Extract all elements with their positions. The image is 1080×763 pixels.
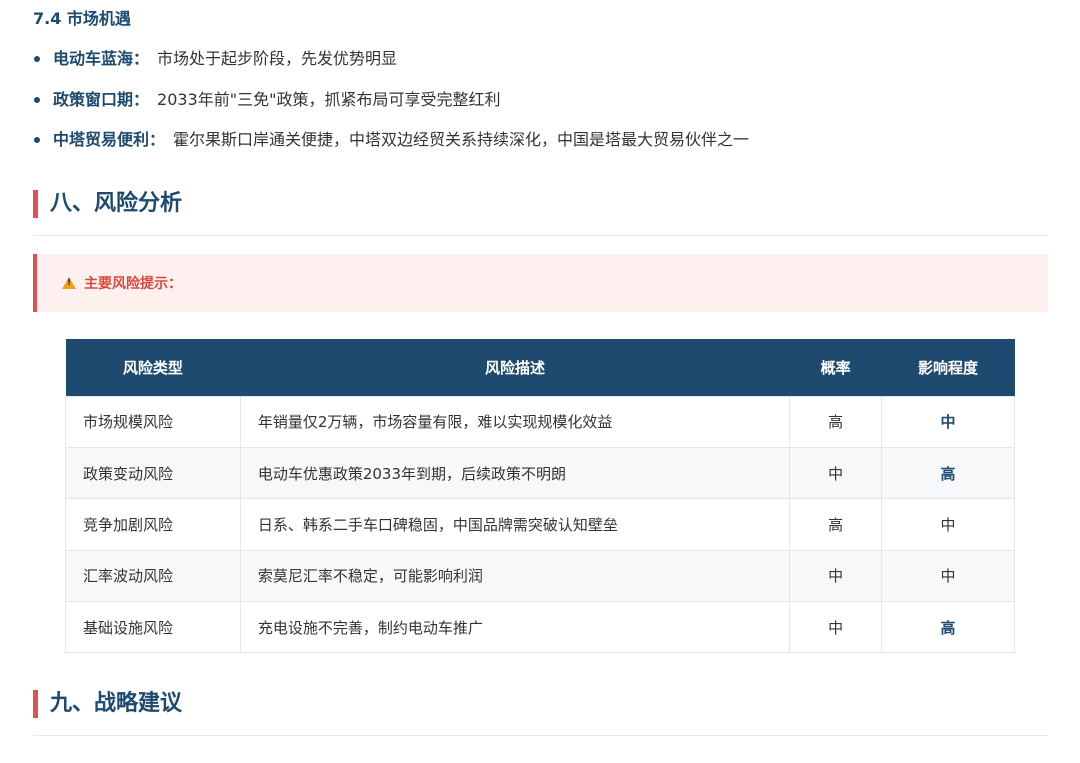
section-heading-strategy: 九、战略建议 (33, 690, 1048, 736)
risk-desc-cell: 电动车优惠政策2033年到期，后续政策不明朗 (239, 446, 791, 500)
bullet-text: 霍尔果斯口岸通关便捷，中塔双边经贸关系持续深化，中国是塔最大贸易伙伴之一 (173, 130, 750, 149)
column-header: 影响程度 (881, 339, 1015, 396)
bullet-label: 中塔贸易便利： (53, 130, 166, 149)
section-heading-risk: 八、风险分析 (33, 190, 1048, 236)
risk-type-cell: 政策变动风险 (65, 446, 241, 500)
table-header-row: 风险类型 风险描述 概率 影响程度 (65, 339, 1015, 396)
bullet-text: 市场处于起步阶段，先发优势明显 (157, 49, 398, 68)
risk-prob-cell: 中 (789, 601, 883, 654)
bullet-dot-icon (34, 56, 40, 62)
risk-type-cell: 市场规模风险 (65, 395, 241, 448)
risk-impact-cell: 高 (881, 446, 1015, 500)
bullet-dot-icon (34, 96, 40, 103)
bullet-label: 电动车蓝海： (53, 49, 150, 68)
heading-accent-bar (33, 690, 38, 718)
risk-prob-cell: 中 (789, 446, 883, 500)
heading-accent-bar (33, 190, 38, 218)
risk-impact-cell: 高 (881, 601, 1015, 654)
table-row: 政策变动风险 电动车优惠政策2033年到期，后续政策不明朗 中 高 (65, 446, 1015, 500)
list-item: 中塔贸易便利： 霍尔果斯口岸通关便捷，中塔双边经贸关系持续深化，中国是塔最大贸易… (33, 127, 1033, 153)
warning-icon (62, 277, 76, 289)
list-item: 政策窗口期： 2033年前"三免"政策，抓紧布局可享受完整红利 (33, 87, 1033, 113)
risk-impact-cell: 中 (881, 498, 1015, 551)
table-row: 市场规模风险 年销量仅2万辆，市场容量有限，难以实现规模化效益 高 中 (65, 395, 1015, 448)
table-row: 竞争加剧风险 日系、韩系二手车口碑稳固，中国品牌需突破认知壁垒 高 中 (65, 498, 1015, 551)
bullet-label: 政策窗口期： (53, 89, 150, 109)
risk-desc-cell: 索莫尼汇率不稳定，可能影响利润 (239, 549, 791, 603)
column-header: 概率 (789, 339, 882, 396)
alert-text: 主要风险提示： (84, 276, 182, 292)
table-row: 汇率波动风险 索莫尼汇率不稳定，可能影响利润 中 中 (65, 549, 1015, 603)
risk-desc-cell: 年销量仅2万辆，市场容量有限，难以实现规模化效益 (239, 395, 791, 448)
risk-table: 风险类型 风险描述 概率 影响程度 市场规模风险 年销量仅2万辆，市场容量有限，… (65, 339, 1015, 654)
risk-type-cell: 基础设施风险 (65, 601, 241, 654)
subsection-title: 7.4 市场机遇 (33, 9, 131, 28)
risk-prob-cell: 高 (789, 395, 883, 448)
table-row: 基础设施风险 充电设施不完善，制约电动车推广 中 高 (65, 601, 1015, 654)
section-title: 八、风险分析 (50, 191, 183, 216)
risk-prob-cell: 中 (789, 549, 883, 603)
risk-alert-box: 主要风险提示： (33, 254, 1048, 312)
risk-prob-cell: 高 (789, 498, 883, 551)
list-item: 电动车蓝海： 市场处于起步阶段，先发优势明显 (33, 46, 1033, 72)
risk-type-cell: 汇率波动风险 (65, 549, 241, 603)
opportunity-list: 电动车蓝海： 市场处于起步阶段，先发优势明显 政策窗口期： 2033年前"三免"… (33, 46, 1033, 168)
risk-impact-cell: 中 (881, 395, 1015, 448)
bullet-text: 2033年前"三免"政策，抓紧布局可享受完整红利 (157, 89, 501, 109)
column-header: 风险描述 (240, 339, 790, 396)
risk-type-cell: 竞争加剧风险 (65, 498, 241, 551)
risk-impact-cell: 中 (881, 549, 1015, 603)
column-header: 风险类型 (65, 339, 241, 396)
section-title: 九、战略建议 (50, 691, 183, 716)
risk-desc-cell: 充电设施不完善，制约电动车推广 (239, 601, 791, 654)
bullet-dot-icon (34, 137, 40, 143)
risk-desc-cell: 日系、韩系二手车口碑稳固，中国品牌需突破认知壁垒 (239, 498, 791, 551)
